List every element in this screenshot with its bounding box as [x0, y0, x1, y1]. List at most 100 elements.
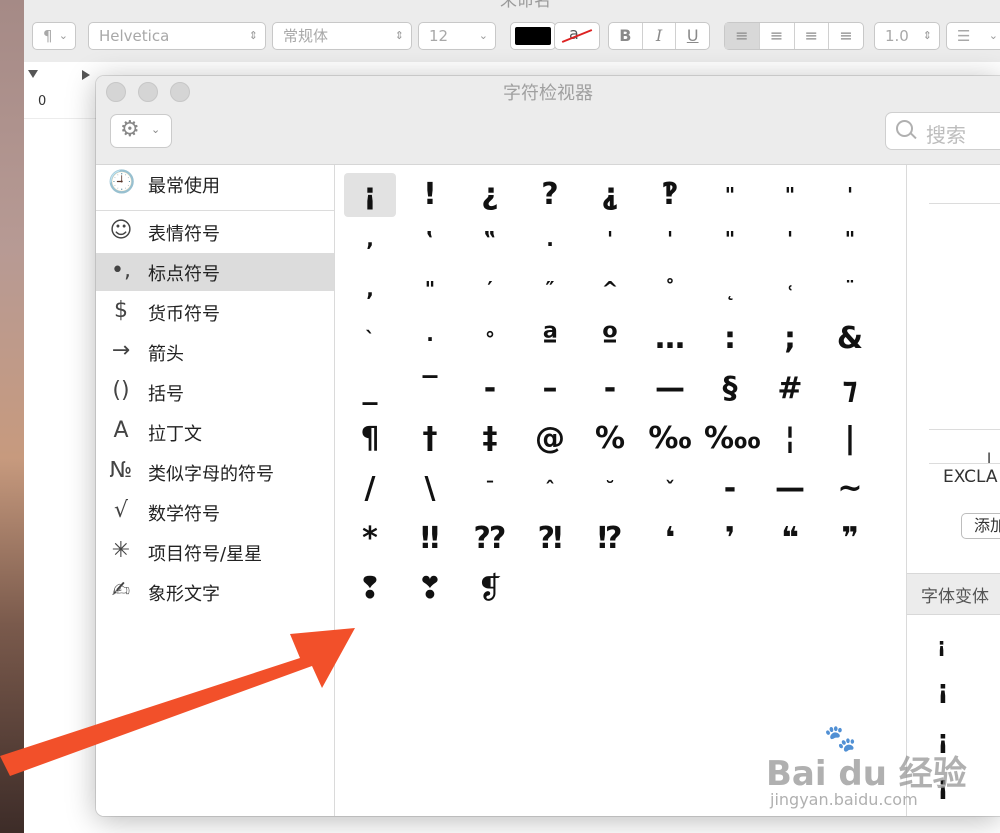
character-cell[interactable]: ˆ: [524, 467, 576, 511]
character-cell[interactable]: ª: [524, 317, 576, 361]
character-cell[interactable]: ‑: [584, 367, 636, 411]
character-cell[interactable]: ❝: [764, 517, 816, 561]
character-cell[interactable]: ': [824, 173, 876, 217]
character-cell[interactable]: ¿: [464, 173, 516, 217]
sidebar-item-parentheses[interactable]: () 括号: [96, 373, 334, 411]
character-cell[interactable]: ;: [764, 317, 816, 361]
align-left-icon[interactable]: ≡: [725, 23, 760, 49]
character-cell[interactable]: `: [344, 317, 396, 361]
character-cell[interactable]: ?: [524, 173, 576, 217]
character-cell[interactable]: ‡: [464, 417, 516, 461]
character-cell[interactable]: ‰: [644, 417, 696, 461]
sidebar-item-numero[interactable]: № 类似字母的符号: [96, 453, 334, 491]
font-variant[interactable]: ¡: [937, 633, 946, 657]
character-cell[interactable]: ❣: [404, 567, 456, 611]
character-cell[interactable]: ❞: [824, 517, 876, 561]
character-cell[interactable]: º: [584, 317, 636, 361]
font-variant[interactable]: ¡: [937, 675, 949, 705]
align-center-icon[interactable]: ≡: [760, 23, 795, 49]
character-cell[interactable]: ": [704, 217, 756, 261]
character-cell[interactable]: *: [344, 517, 396, 561]
font-size-combo[interactable]: 12 ⌄: [418, 22, 496, 50]
character-cell[interactable]: ¶: [344, 417, 396, 461]
highlight-color-well[interactable]: a: [554, 22, 600, 50]
character-cell[interactable]: ": [764, 173, 816, 217]
sidebar-item-clock[interactable]: 🕘 最常使用: [96, 165, 334, 203]
sidebar-item-pictograph[interactable]: ✍ 象形文字: [96, 573, 334, 611]
character-cell[interactable]: #: [764, 367, 816, 411]
character-cell[interactable]: |: [824, 417, 876, 461]
text-color-well[interactable]: [510, 22, 556, 50]
sidebar-item-dollar[interactable]: $ 货币符号: [96, 293, 334, 331]
character-cell[interactable]: –: [524, 367, 576, 411]
character-cell[interactable]: !: [404, 173, 456, 217]
tab-stop-icon[interactable]: [82, 70, 95, 80]
character-cell[interactable]: ❢: [344, 567, 396, 611]
character-cell[interactable]: ‐: [704, 467, 756, 511]
character-cell[interactable]: ^: [584, 267, 636, 311]
character-cell[interactable]: ‾: [404, 367, 456, 411]
character-cell[interactable]: —: [764, 467, 816, 511]
character-cell[interactable]: ¦: [764, 417, 816, 461]
character-cell[interactable]: ⁉: [584, 517, 636, 561]
character-cell[interactable]: ~: [824, 467, 876, 511]
character-cell[interactable]: ⁊: [824, 367, 876, 411]
character-cell[interactable]: ˛: [704, 267, 756, 311]
search-field[interactable]: 搜索: [885, 112, 1000, 150]
character-cell[interactable]: —: [644, 367, 696, 411]
character-cell[interactable]: ˇ: [644, 467, 696, 511]
character-cell[interactable]: ,: [344, 217, 396, 261]
character-cell[interactable]: §: [704, 367, 756, 411]
character-cell[interactable]: ˘: [584, 467, 636, 511]
character-cell[interactable]: …: [644, 317, 696, 361]
font-family-popup[interactable]: Helvetica ⇕: [88, 22, 266, 50]
character-cell[interactable]: †: [404, 417, 456, 461]
line-spacing-popup[interactable]: 1.0 ⇕: [874, 22, 940, 50]
character-cell[interactable]: ‟: [464, 217, 516, 261]
character-cell[interactable]: ¡: [344, 173, 396, 217]
font-style-popup[interactable]: 常规体 ⇕: [272, 22, 412, 50]
bold-button[interactable]: B: [609, 23, 643, 49]
sidebar-item-sqrt[interactable]: √ 数学符号: [96, 493, 334, 531]
character-cell[interactable]: ⁇: [464, 517, 516, 561]
sidebar-item-smiley[interactable]: ☺ 表情符号: [96, 213, 334, 251]
character-cell[interactable]: @: [524, 417, 576, 461]
character-cell[interactable]: ': [644, 217, 696, 261]
sidebar-item-latin-a[interactable]: A 拉丁文: [96, 413, 334, 451]
paragraph-style-popup[interactable]: ¶ ⌄: [32, 22, 76, 50]
character-cell[interactable]: ‼: [404, 517, 456, 561]
character-cell[interactable]: ·: [404, 317, 456, 361]
character-cell[interactable]: ‐: [464, 367, 516, 411]
sidebar-item-arrow[interactable]: → 箭头: [96, 333, 334, 371]
character-cell[interactable]: ': [764, 217, 816, 261]
character-cell[interactable]: _: [344, 367, 396, 411]
sidebar-item-asterisk[interactable]: ✳ 项目符号/星星: [96, 533, 334, 571]
align-justify-icon[interactable]: ≡: [829, 23, 863, 49]
character-cell[interactable]: ′: [464, 267, 516, 311]
character-cell[interactable]: ‛: [404, 217, 456, 261]
character-cell[interactable]: :: [704, 317, 756, 361]
character-cell[interactable]: °: [464, 317, 516, 361]
sidebar-item-punctuation[interactable]: •, 标点符号: [96, 253, 334, 291]
character-cell[interactable]: ‽: [644, 173, 696, 217]
settings-menu-button[interactable]: ⚙ ⌄: [110, 114, 172, 148]
character-cell[interactable]: ❜: [704, 517, 756, 561]
character-cell[interactable]: ': [584, 217, 636, 261]
character-cell[interactable]: ¨: [824, 267, 876, 311]
character-cell[interactable]: ,: [344, 267, 396, 311]
character-cell[interactable]: ˚: [644, 267, 696, 311]
character-cell[interactable]: %: [584, 417, 636, 461]
character-cell[interactable]: ˓: [764, 267, 816, 311]
italic-button[interactable]: I: [643, 23, 677, 49]
character-cell[interactable]: /: [344, 467, 396, 511]
character-cell[interactable]: ″: [524, 267, 576, 311]
character-cell[interactable]: \: [404, 467, 456, 511]
character-cell[interactable]: ": [404, 267, 456, 311]
character-cell[interactable]: ⸘: [584, 173, 636, 217]
character-cell[interactable]: ⁈: [524, 517, 576, 561]
character-cell[interactable]: &: [824, 317, 876, 361]
character-cell[interactable]: .: [524, 217, 576, 261]
character-cell[interactable]: ": [704, 173, 756, 217]
character-cell[interactable]: ❡: [464, 567, 516, 611]
character-cell[interactable]: ‱: [704, 417, 761, 461]
